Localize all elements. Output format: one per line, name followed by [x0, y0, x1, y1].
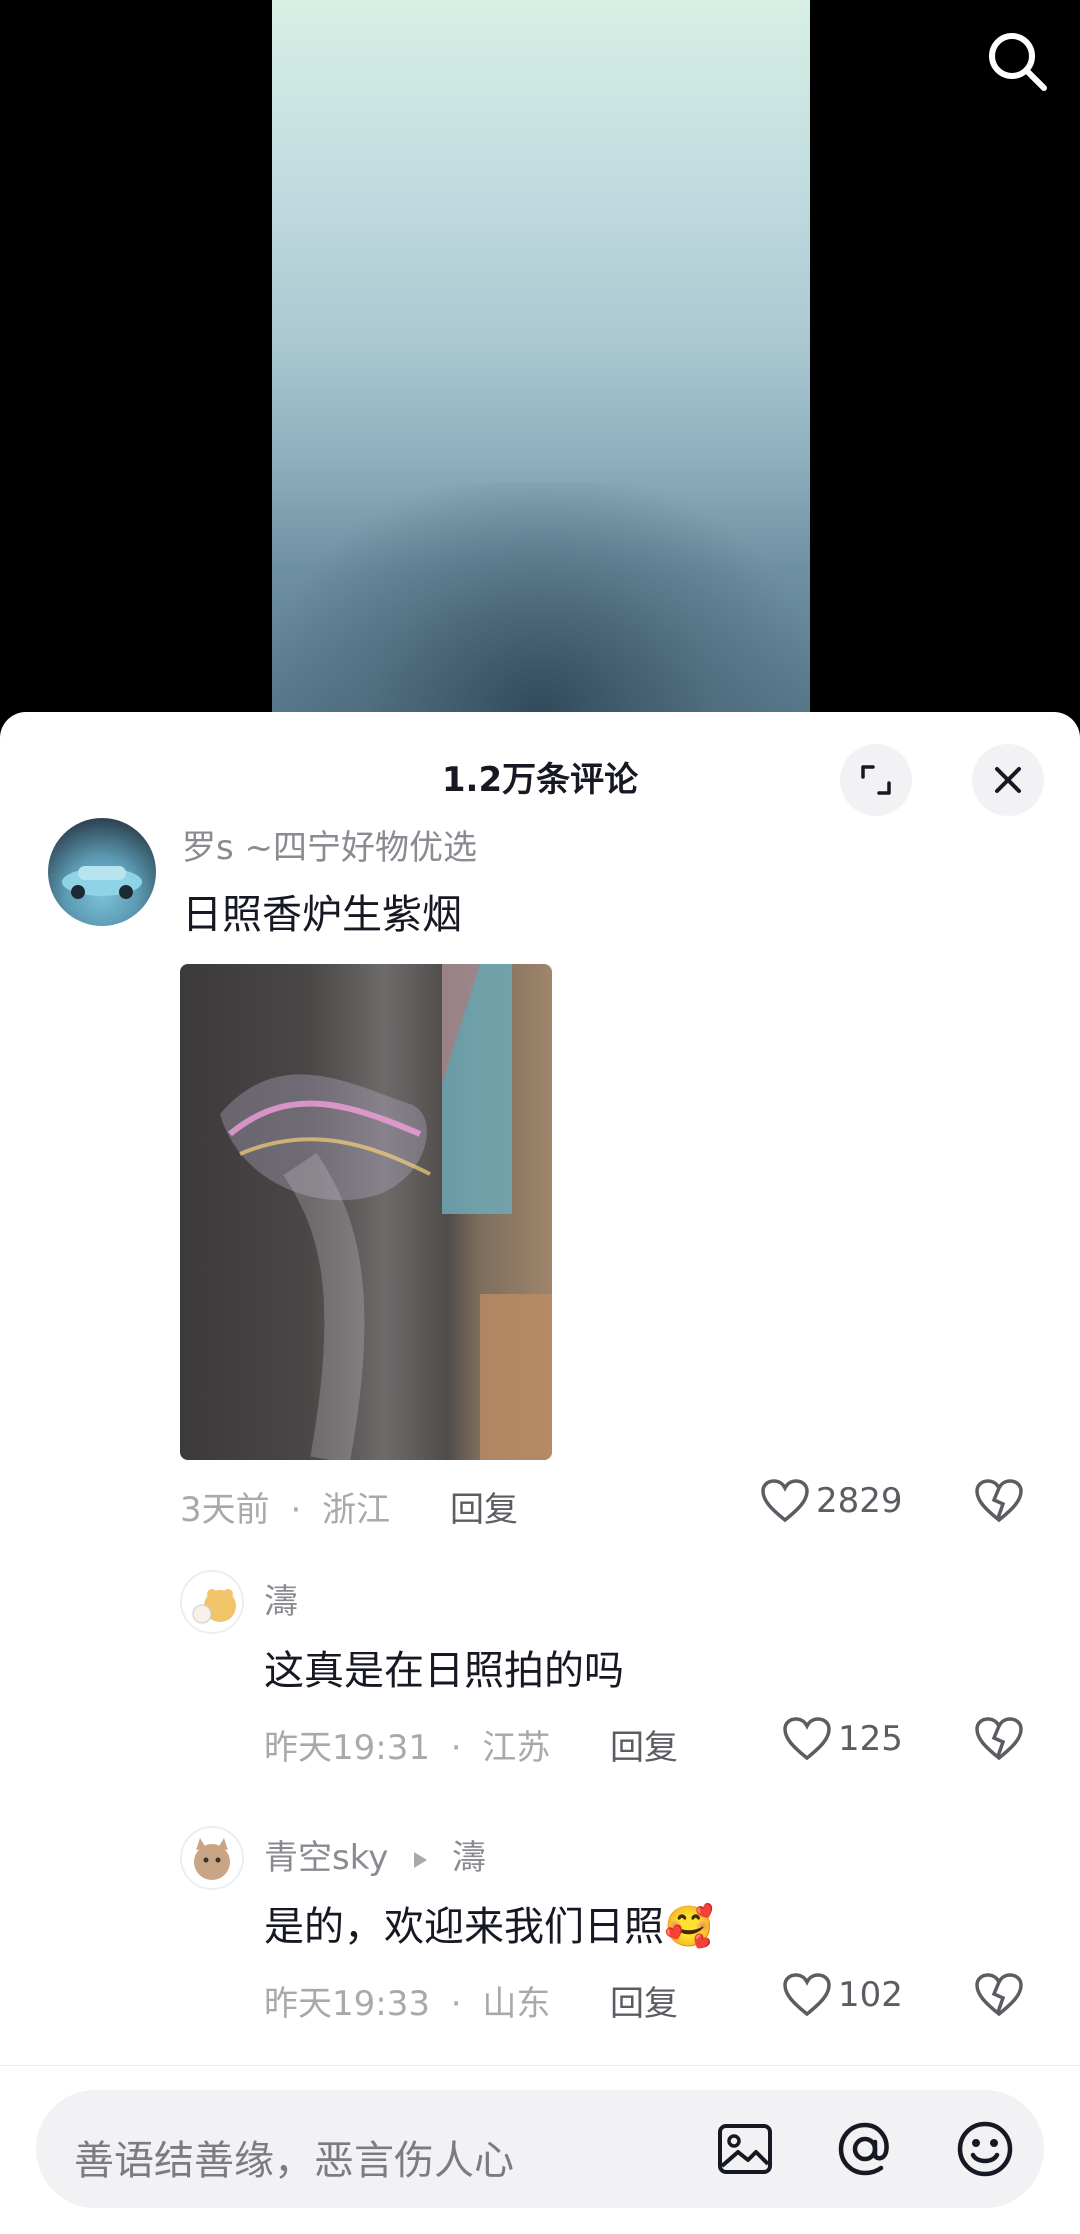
reply-button[interactable]: 回复 [610, 1976, 678, 2025]
bear-avatar-icon [192, 1589, 236, 1624]
comment-author[interactable]: 罗s ~四宁好物优选 [182, 820, 477, 869]
comment-author[interactable]: 濤 [264, 1574, 298, 1623]
comment-text: 是的，欢迎来我们日照 [264, 1904, 664, 1950]
comment-location: 江苏 [482, 1728, 551, 1768]
video-player[interactable] [0, 0, 1080, 712]
avatar[interactable] [180, 1826, 244, 1890]
meta-dot: · [450, 1984, 462, 2024]
at-mention-icon[interactable] [832, 2116, 898, 2182]
comment-image[interactable] [180, 964, 552, 1460]
comment-meta: 昨天19:33 · 山东 [264, 1976, 550, 2025]
comment-text: 日照香炉生紫烟 [182, 892, 462, 938]
cat-avatar-icon [194, 1838, 230, 1880]
comment-location: 山东 [482, 1984, 551, 2024]
comment-input-bar: 善语结善缘，恶言伤人心 [0, 2065, 1080, 2234]
comment-input[interactable]: 善语结善缘，恶言伤人心 [36, 2090, 1044, 2208]
reply-button[interactable]: 回复 [610, 1720, 678, 1769]
heart-icon [761, 1479, 809, 1523]
comment-input-placeholder: 善语结善缘，恶言伤人心 [74, 2138, 514, 2184]
comment-time: 昨天19:33 [264, 1984, 430, 2024]
video-frame[interactable] [272, 0, 810, 712]
dislike-icon[interactable] [974, 1478, 1024, 1524]
meta-dot: · [290, 1490, 302, 1530]
comment-sheet: 1.2万条评论 罗s ~四宁好物优选 日照香炉生紫烟 3天前 · 浙江 回复 2… [0, 712, 1080, 2233]
reply-button[interactable]: 回复 [450, 1482, 518, 1531]
comment-meta: 3天前 · 浙江 [180, 1482, 390, 1531]
comment-meta: 昨天19:31 · 江苏 [264, 1720, 550, 1769]
comment-author-line: 青空sky 濤 [264, 1830, 486, 1879]
like-count: 102 [838, 1975, 903, 2015]
emoji: 🥰 [664, 1904, 714, 1950]
car-avatar-icon [62, 866, 142, 899]
comment-item: 罗s ~四宁好物优选 日照香炉生紫烟 3天前 · 浙江 回复 2829 [0, 712, 1080, 1532]
avatar[interactable] [180, 1570, 244, 1634]
like-button[interactable]: 102 [782, 1972, 903, 2018]
heart-icon [783, 1973, 831, 2017]
like-button[interactable]: 2829 [760, 1478, 903, 1524]
like-button[interactable]: 125 [782, 1716, 903, 1762]
like-count: 125 [838, 1719, 903, 1759]
dislike-icon[interactable] [974, 1716, 1024, 1762]
smoke-image [220, 964, 552, 1460]
comment-author[interactable]: 青空sky [264, 1838, 388, 1878]
reply-to-author[interactable]: 濤 [452, 1838, 486, 1878]
meta-dot: · [450, 1728, 462, 1768]
avatar[interactable] [48, 818, 156, 926]
comment-text: 这真是在日照拍的吗 [264, 1648, 624, 1694]
dislike-icon[interactable] [974, 1972, 1024, 2018]
comment-time: 3天前 [180, 1490, 270, 1530]
reply-item: 青空sky 濤 是的，欢迎来我们日照🥰 昨天19:33 · 山东 回复 102 [0, 712, 1080, 2024]
emoji-icon[interactable] [952, 2116, 1018, 2182]
image-icon[interactable] [712, 2116, 778, 2182]
like-count: 2829 [816, 1481, 903, 1521]
comment-text-line: 是的，欢迎来我们日照🥰 [264, 1894, 714, 1952]
reply-arrow-icon [414, 1851, 428, 1868]
heart-icon [783, 1717, 831, 1761]
comment-time: 昨天19:31 [264, 1728, 430, 1768]
comment-location: 浙江 [322, 1490, 391, 1530]
search-icon[interactable] [982, 26, 1052, 96]
